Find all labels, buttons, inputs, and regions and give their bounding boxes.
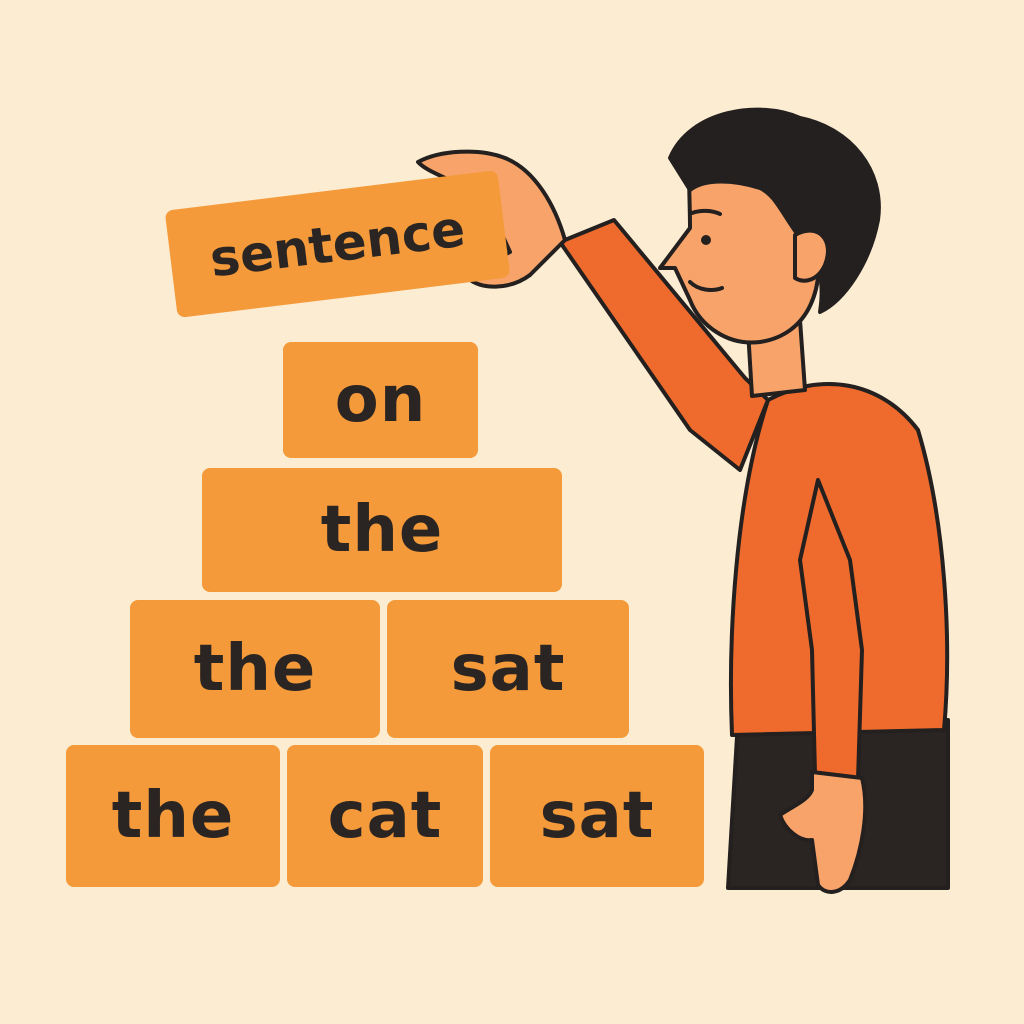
word-block-row4-1[interactable]: the <box>66 745 280 887</box>
illustration-scene: sentence on the the sat the cat sat <box>0 0 1024 1024</box>
word-block-label: the <box>320 493 444 567</box>
word-block-row1-1[interactable]: on <box>283 342 478 458</box>
word-block-label: the <box>111 779 235 853</box>
held-word-label: sentence <box>206 199 469 289</box>
word-block-row4-2[interactable]: cat <box>287 745 483 887</box>
word-block-row3-1[interactable]: the <box>130 600 380 738</box>
word-block-row2-1[interactable]: the <box>202 468 562 592</box>
word-block-label: the <box>193 632 317 706</box>
word-block-label: sat <box>450 632 566 706</box>
word-block-label: on <box>334 363 427 437</box>
person-eye <box>701 235 711 245</box>
word-block-row3-2[interactable]: sat <box>387 600 629 738</box>
word-block-label: sat <box>539 779 655 853</box>
word-block-row4-3[interactable]: sat <box>490 745 704 887</box>
word-block-label: cat <box>327 779 443 853</box>
